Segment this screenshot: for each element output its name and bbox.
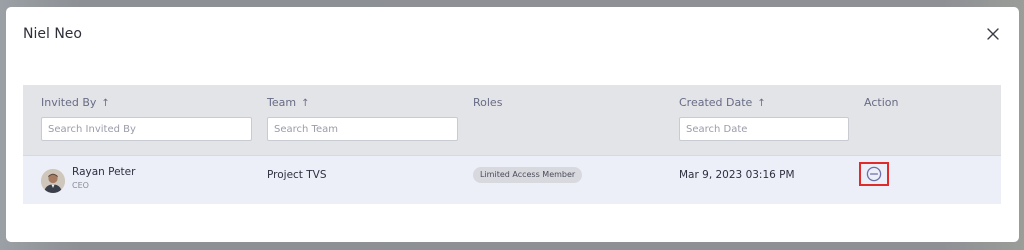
remove-circle-icon xyxy=(866,166,882,182)
user-title: CEO xyxy=(72,181,89,190)
team-cell: Project TVS xyxy=(267,169,327,181)
user-name: Rayan Peter xyxy=(72,166,136,178)
table-header: Invited By ↑ Team ↑ Roles Created Date ↑ Ac… xyxy=(23,85,1001,155)
search-date-input[interactable] xyxy=(679,117,849,141)
table-row: Rayan Peter CEO Project TVS Limited Acce… xyxy=(23,155,1001,204)
close-icon xyxy=(987,28,999,40)
member-details-modal: Niel Neo Invited By ↑ Team ↑ Roles Created… xyxy=(6,7,1019,242)
sort-arrow-icon[interactable]: ↑ xyxy=(101,98,109,109)
column-header-invited-by[interactable]: Invited By ↑ xyxy=(41,96,110,109)
sort-arrow-icon[interactable]: ↑ xyxy=(301,98,309,109)
remove-member-button[interactable] xyxy=(859,162,889,186)
column-header-created-date[interactable]: Created Date ↑ xyxy=(679,96,766,109)
column-label: Invited By xyxy=(41,96,97,109)
modal-title: Niel Neo xyxy=(23,26,82,42)
search-invited-by-input[interactable] xyxy=(41,117,252,141)
avatar xyxy=(41,169,65,193)
column-label: Action xyxy=(864,96,899,109)
sort-arrow-icon[interactable]: ↑ xyxy=(757,98,765,109)
close-button[interactable] xyxy=(984,25,1002,43)
column-label: Team xyxy=(267,96,297,109)
column-label: Roles xyxy=(473,96,503,109)
invitations-table: Invited By ↑ Team ↑ Roles Created Date ↑ Ac… xyxy=(23,85,1001,204)
column-label: Created Date xyxy=(679,96,753,109)
column-header-team[interactable]: Team ↑ xyxy=(267,96,309,109)
column-header-action: Action xyxy=(864,96,898,109)
created-date-cell: Mar 9, 2023 03:16 PM xyxy=(679,169,795,181)
column-header-roles: Roles xyxy=(473,96,502,109)
search-team-input[interactable] xyxy=(267,117,458,141)
role-badge: Limited Access Member xyxy=(473,167,583,183)
